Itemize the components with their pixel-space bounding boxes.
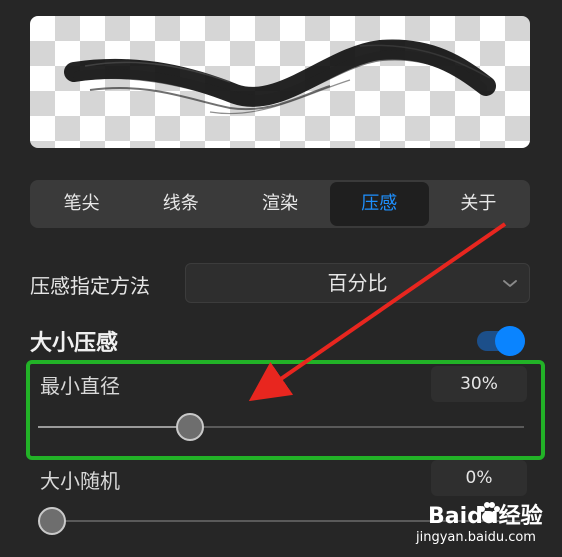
size-pressure-toggle[interactable] bbox=[477, 326, 525, 356]
baidu-watermark: Baidu经验 jingyan.baidu.com bbox=[412, 496, 552, 554]
tab-4[interactable]: 关于 bbox=[429, 182, 528, 226]
tab-2[interactable]: 渲染 bbox=[230, 182, 329, 226]
brush-preview bbox=[30, 16, 530, 148]
tab-3[interactable]: 压感 bbox=[329, 182, 429, 226]
watermark-brand: Baidu经验 bbox=[428, 504, 543, 529]
tab-1[interactable]: 线条 bbox=[131, 182, 230, 226]
tab-bar: 笔尖 线条 渲染 压感 关于 bbox=[30, 180, 530, 228]
brush-stroke-preview bbox=[64, 39, 496, 115]
brush-settings-panel: 笔尖 线条 渲染 压感 关于 压感指定方法 百分比 大小压感 最小直径 30% 大小随机… bbox=[0, 0, 562, 557]
watermark-url: jingyan.baidu.com bbox=[416, 530, 536, 545]
pressure-method-value: 百分比 bbox=[327, 271, 388, 295]
size-pressure-title: 大小压感 bbox=[30, 331, 119, 356]
toggle-knob bbox=[495, 326, 525, 356]
highlight-box bbox=[26, 360, 545, 460]
slider-thumb[interactable] bbox=[38, 507, 66, 535]
size-random-value[interactable]: 0% bbox=[431, 460, 527, 496]
size-random-label: 大小随机 bbox=[40, 469, 120, 493]
pressure-method-select[interactable]: 百分比 bbox=[185, 263, 530, 303]
pressure-method-label: 压感指定方法 bbox=[30, 274, 150, 298]
chevron-down-icon bbox=[501, 274, 519, 296]
tab-0[interactable]: 笔尖 bbox=[32, 182, 131, 226]
